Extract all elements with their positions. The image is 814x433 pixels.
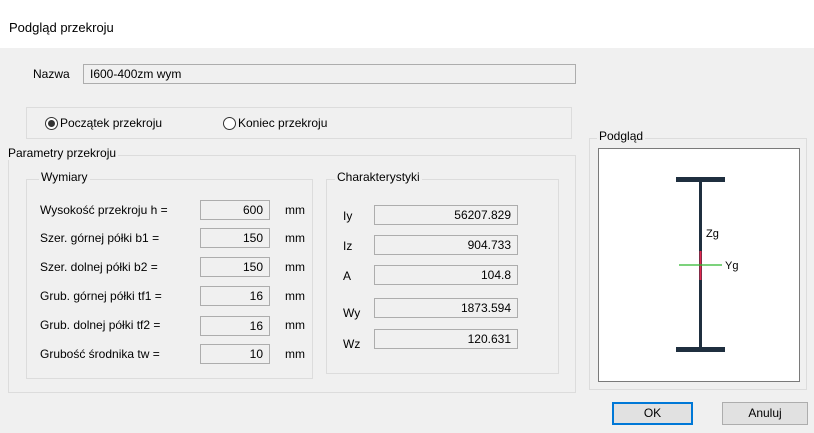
title-bar: Podgląd przekroju bbox=[0, 0, 814, 48]
iz-value: 904.733 bbox=[374, 235, 518, 255]
name-field[interactable]: I600-400zm wym bbox=[83, 64, 576, 84]
preview-group-title: Podgląd bbox=[597, 129, 646, 143]
bottom-flange-shape bbox=[676, 347, 725, 352]
height-field[interactable]: 600 bbox=[200, 200, 270, 220]
z-axis-label: Zg bbox=[706, 228, 719, 240]
dialog-body: Nazwa I600-400zm wym Początek przekroju … bbox=[0, 48, 814, 433]
cancel-button[interactable]: Anuluj bbox=[722, 402, 808, 425]
preview-canvas: Zg Yg bbox=[598, 148, 800, 382]
height-label: Wysokość przekroju h = bbox=[40, 203, 168, 217]
characteristics-group-title: Charakterystyki bbox=[335, 170, 422, 184]
bottom-flange-width-unit: mm bbox=[285, 260, 305, 274]
start-radio[interactable] bbox=[45, 117, 58, 130]
height-unit: mm bbox=[285, 203, 305, 217]
iy-value: 56207.829 bbox=[374, 205, 518, 225]
window-title: Podgląd przekroju bbox=[9, 20, 114, 35]
area-label: A bbox=[343, 269, 352, 283]
top-flange-width-field[interactable]: 150 bbox=[200, 228, 270, 248]
top-flange-thickness-label: Grub. górnej półki tf1 = bbox=[40, 289, 162, 303]
name-label: Nazwa bbox=[33, 67, 70, 81]
start-radio-label[interactable]: Początek przekroju bbox=[60, 116, 162, 130]
iz-label: Iz bbox=[343, 239, 353, 253]
parameters-group-title: Parametry przekroju bbox=[6, 146, 119, 160]
end-radio-label[interactable]: Koniec przekroju bbox=[238, 116, 327, 130]
wy-value: 1873.594 bbox=[374, 298, 518, 318]
y-axis-label: Yg bbox=[725, 260, 739, 272]
top-flange-thickness-unit: mm bbox=[285, 289, 305, 303]
bottom-flange-thickness-field[interactable]: 16 bbox=[200, 316, 270, 336]
section-drawing bbox=[676, 177, 725, 352]
iy-label: Iy bbox=[343, 209, 353, 223]
top-flange-width-unit: mm bbox=[285, 231, 305, 245]
dimensions-group-title: Wymiary bbox=[39, 170, 90, 184]
ok-button[interactable]: OK bbox=[612, 402, 693, 425]
web-thickness-field[interactable]: 10 bbox=[200, 344, 270, 364]
web-thickness-unit: mm bbox=[285, 347, 305, 361]
end-radio[interactable] bbox=[223, 117, 236, 130]
bottom-flange-thickness-unit: mm bbox=[285, 318, 305, 332]
top-flange-shape bbox=[676, 177, 725, 182]
bottom-flange-width-field[interactable]: 150 bbox=[200, 257, 270, 277]
bottom-flange-thickness-label: Grub. dolnej półki tf2 = bbox=[40, 318, 161, 332]
area-value: 104.8 bbox=[374, 265, 518, 285]
wz-value: 120.631 bbox=[374, 329, 518, 349]
top-flange-thickness-field[interactable]: 16 bbox=[200, 286, 270, 306]
wz-label: Wz bbox=[343, 337, 361, 351]
wy-label: Wy bbox=[343, 306, 361, 320]
top-flange-width-label: Szer. górnej półki b1 = bbox=[40, 231, 160, 245]
web-thickness-label: Grubość środnika tw = bbox=[40, 347, 160, 361]
bottom-flange-width-label: Szer. dolnej półki b2 = bbox=[40, 260, 158, 274]
